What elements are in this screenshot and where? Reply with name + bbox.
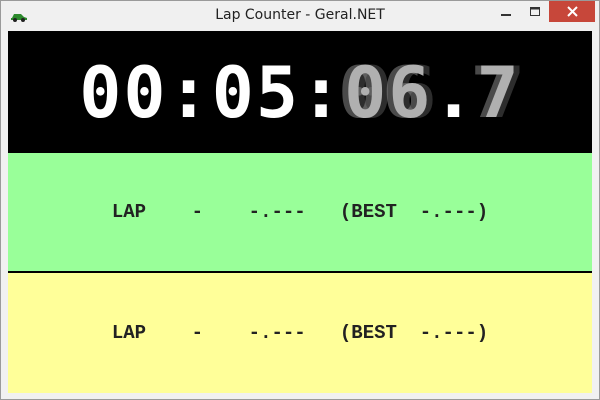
elapsed-time-display: 00:05:06.7 [8,53,592,133]
lap-time: -.--- [248,201,306,223]
best-time: -.---) [419,201,489,223]
clock-separator: : [167,52,212,134]
clock-tenths: 7 [476,52,521,134]
lap-label: LAP [111,322,147,344]
clock-seconds: 06 [344,52,433,134]
lap-number: - [191,201,204,223]
lap-time: -.--- [248,322,306,344]
lap-panel-1[interactable]: LAP - -.--- (BEST -.---) [8,153,592,271]
best-time: -.---) [419,322,489,344]
app-window: Lap Counter - Geral.NET 00:05:06.7 LAP -… [0,0,600,400]
clock-separator: : [299,52,345,134]
lap-panel-2[interactable]: LAP - -.--- (BEST -.---) [8,273,592,393]
lap-info-2: LAP - -.--- (BEST -.---) [112,322,488,344]
clock-panel: 00:05:06.7 [8,31,592,153]
maximize-icon [530,6,540,16]
minimize-button[interactable] [493,1,519,22]
lap-label: LAP [111,201,147,223]
clock-dot: . [432,52,477,134]
close-button[interactable] [549,1,595,22]
lap-info-1: LAP - -.--- (BEST -.---) [112,201,488,223]
maximize-button[interactable] [522,1,548,22]
clock-minutes: 05 [211,52,300,134]
close-icon [566,6,578,17]
client-area: 00:05:06.7 LAP - -.--- (BEST -.---) LAP … [8,31,592,393]
clock-hours: 00 [79,52,168,134]
lap-number: - [191,322,204,344]
title-bar[interactable]: Lap Counter - Geral.NET [1,1,599,31]
best-label: (BEST [339,322,397,344]
best-label: (BEST [339,201,397,223]
minimize-icon [501,13,511,16]
